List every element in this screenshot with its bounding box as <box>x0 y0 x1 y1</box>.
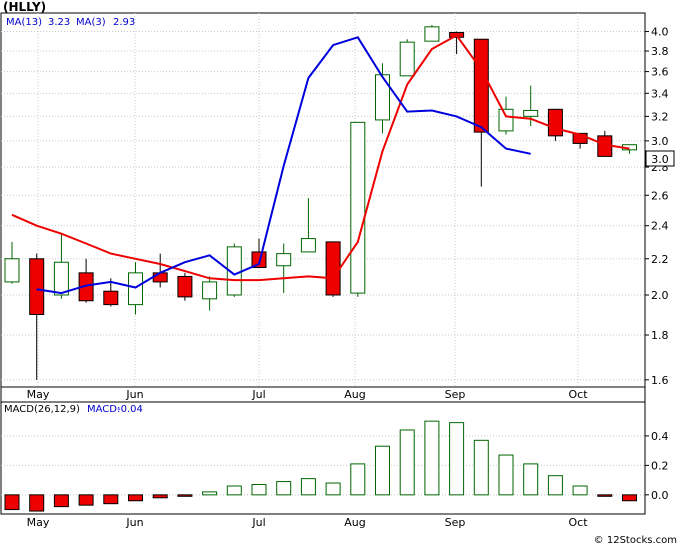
month-label-bottom: Jun <box>125 516 143 529</box>
stock-chart: 1.61.82.02.22.42.62.83.03.23.43.63.84.0 … <box>0 0 680 546</box>
macd-bar-positive <box>251 484 267 496</box>
ma3-legend-label: MA(3) <box>76 17 106 28</box>
last-price-tag: 3.0 <box>645 150 675 167</box>
ma3-legend-value: 2.93 <box>113 17 135 28</box>
candle-body-down <box>152 272 168 283</box>
month-label-bottom: Jul <box>251 516 265 529</box>
last-price-label: 3.0 <box>651 153 669 166</box>
candle-body-up <box>128 272 143 306</box>
month-label: Oct <box>568 388 588 401</box>
candle <box>350 121 366 297</box>
macd-bar-negative <box>128 494 143 502</box>
candle <box>177 272 193 301</box>
macd-bar-positive <box>424 420 440 496</box>
price-tick-label: 3.6 <box>651 66 669 79</box>
candle-body-up <box>300 238 316 253</box>
macd-bar-positive <box>202 491 218 496</box>
price-tick-label: 2.6 <box>651 189 669 202</box>
macd-bar-positive <box>350 463 366 496</box>
price-tick-label: 3.8 <box>651 45 669 58</box>
candle-body-up <box>399 41 415 77</box>
candle-body-down <box>103 290 119 306</box>
macd-bar-negative <box>597 494 613 497</box>
price-tick-label: 2.2 <box>651 253 669 266</box>
macd-legend: MACD(26,12,9) MACD: -0.04 <box>4 404 143 415</box>
macd-bar-positive <box>547 475 563 496</box>
macd-bar-positive <box>523 463 539 496</box>
candle-body-up <box>53 261 69 296</box>
macd-bar-positive <box>226 485 242 496</box>
macd-bar-positive <box>375 445 390 496</box>
price-tick-label: 1.6 <box>651 374 669 387</box>
month-label: Aug <box>344 388 365 401</box>
month-label-bottom: Oct <box>568 516 588 529</box>
month-label-bottom: Sep <box>445 516 466 529</box>
month-label-bottom: May <box>27 516 50 529</box>
macd-tick-label: 0.2 <box>651 459 669 472</box>
macd-legend-label: MACD: <box>87 404 120 415</box>
candle-body-down <box>325 241 341 296</box>
candle-body-up <box>498 108 514 132</box>
month-label: May <box>27 388 50 401</box>
macd-bar-negative <box>177 494 193 497</box>
macd-bar-negative <box>29 494 45 512</box>
macd-bar-negative <box>53 494 69 508</box>
month-band-box <box>0 386 646 403</box>
macd-tick-label: 0.4 <box>651 430 669 443</box>
candle <box>399 39 415 77</box>
month-band: May Jun Jul Aug Sep Oct <box>0 386 646 403</box>
macd-tick-label: 0.0 <box>651 489 669 502</box>
price-tick-label: 1.8 <box>651 329 669 342</box>
macd-bar-positive <box>449 422 465 496</box>
macd-bar-positive <box>325 482 341 496</box>
macd-bar-positive <box>399 429 415 496</box>
macd-pane: 0.0 0.2 0.4 MACD(26,12,9) MACD: -0.04 <box>0 401 669 515</box>
macd-bar-positive <box>572 485 588 496</box>
month-label: Sep <box>445 388 466 401</box>
macd-bar-positive <box>498 454 514 496</box>
candle <box>547 108 563 141</box>
candle-body-down <box>473 38 489 133</box>
macd-bar-negative <box>103 494 119 505</box>
candle <box>424 24 440 42</box>
candle-body-up <box>202 281 218 300</box>
macd-bar-positive <box>300 478 316 496</box>
price-tick-label: 3.0 <box>651 135 669 148</box>
chart-title: (HLLY) <box>3 0 46 14</box>
price-tick-label: 3.2 <box>651 110 669 123</box>
price-tick-label: 2.0 <box>651 289 669 302</box>
macd-title: MACD(26,12,9) <box>4 404 80 415</box>
candle-body-up <box>523 109 539 117</box>
price-tick-label: 4.0 <box>651 26 669 39</box>
month-label-bottom: Aug <box>344 516 365 529</box>
ma13-legend-value: 3.23 <box>48 17 70 28</box>
candle-body-down <box>547 108 563 137</box>
price-tick-label: 2.4 <box>651 220 669 233</box>
candle-body-up <box>276 253 292 267</box>
macd-bar-negative <box>4 494 20 511</box>
candle-body-up <box>375 74 390 121</box>
candle-body-up <box>424 26 440 42</box>
month-label: Jun <box>125 388 143 401</box>
candle-body-up <box>4 258 20 283</box>
macd-bar-negative <box>622 494 637 502</box>
candle-body-down <box>29 258 45 315</box>
month-label: Jul <box>251 388 265 401</box>
macd-bar-positive <box>276 481 292 496</box>
price-tick-label: 3.4 <box>651 87 669 100</box>
ma13-legend-label: MA(13) <box>6 17 42 28</box>
watermark: © 12Stocks.com <box>594 535 677 546</box>
candle-body-down <box>177 275 193 298</box>
macd-bar-negative <box>78 494 94 506</box>
candle-body-up <box>350 121 366 294</box>
macd-bar-positive <box>473 439 489 496</box>
macd-legend-value: -0.04 <box>117 404 143 415</box>
macd-bar-negative <box>152 494 168 499</box>
